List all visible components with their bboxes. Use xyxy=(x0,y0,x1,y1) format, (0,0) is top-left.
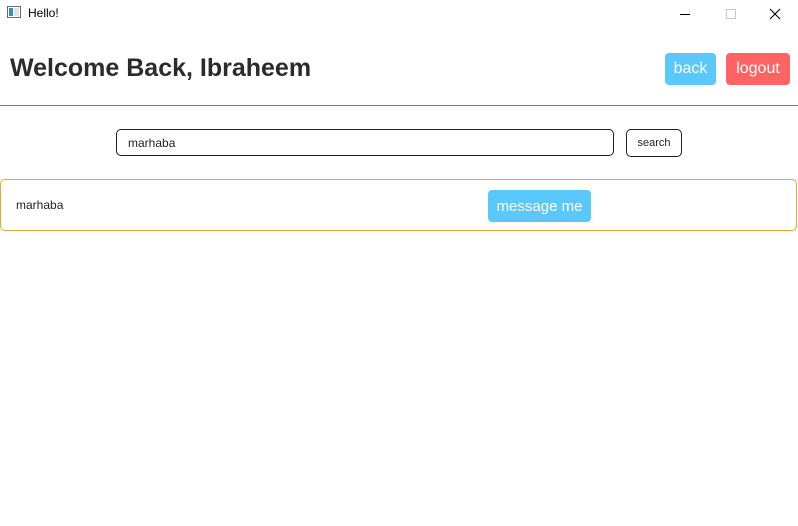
message-me-button[interactable]: message me xyxy=(488,190,591,222)
title-bar: Hello! xyxy=(0,0,798,28)
back-button[interactable]: back xyxy=(665,53,716,85)
maximize-icon xyxy=(726,9,736,19)
result-item: marhaba message me xyxy=(0,179,797,231)
app-window-icon xyxy=(7,6,21,18)
page-title: Welcome Back, Ibraheem xyxy=(10,54,312,82)
close-button[interactable] xyxy=(752,0,798,28)
result-username: marhaba xyxy=(16,198,64,212)
logout-button[interactable]: logout xyxy=(726,53,790,85)
window-title: Hello! xyxy=(28,6,59,20)
header-divider xyxy=(0,105,798,106)
maximize-button[interactable] xyxy=(708,0,754,28)
close-icon xyxy=(769,8,781,20)
minimize-icon xyxy=(680,14,690,15)
search-input[interactable] xyxy=(116,129,614,156)
minimize-button[interactable] xyxy=(662,0,708,28)
app-window: Hello! Welcome Back, Ibraheem back logou… xyxy=(0,0,798,526)
search-button[interactable]: search xyxy=(626,129,682,157)
